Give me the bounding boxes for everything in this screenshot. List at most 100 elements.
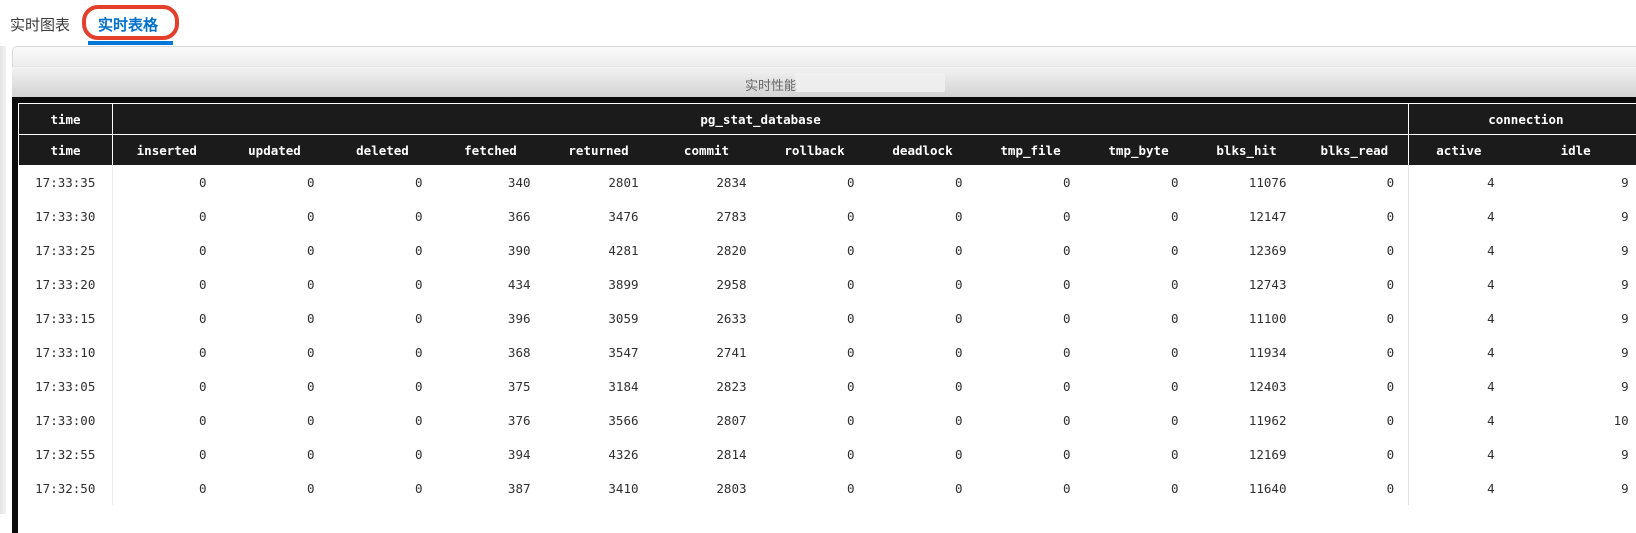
cell-deadlock: 0: [869, 335, 977, 369]
cell-updated: 0: [221, 403, 329, 437]
cell-idle: 9: [1509, 199, 1636, 233]
header-column-row: timeinsertedupdateddeletedfetchedreturne…: [19, 135, 1636, 166]
cell-fetched: 390: [437, 233, 545, 267]
table-row: 17:33:0500037531842823000012403049: [19, 369, 1636, 403]
cell-inserted: 0: [113, 437, 221, 471]
cell-time: 17:33:30: [19, 199, 113, 233]
cell-blks_hit: 11076: [1193, 165, 1301, 199]
cell-deadlock: 0: [869, 199, 977, 233]
column-header-tmp_byte: tmp_byte: [1085, 135, 1193, 166]
column-header-commit: commit: [653, 135, 761, 166]
cell-time: 17:33:25: [19, 233, 113, 267]
column-header-returned: returned: [545, 135, 653, 166]
cell-blks_read: 0: [1301, 437, 1409, 471]
table-body: 17:33:350003402801283400001107604917:33:…: [19, 165, 1636, 505]
column-header-deadlock: deadlock: [869, 135, 977, 166]
cell-active: 4: [1409, 369, 1509, 403]
cell-updated: 0: [221, 471, 329, 505]
cell-deadlock: 0: [869, 165, 977, 199]
column-header-blks_read: blks_read: [1301, 135, 1409, 166]
cell-tmp_file: 0: [977, 471, 1085, 505]
tab-realtime-table[interactable]: 实时表格: [98, 14, 158, 35]
cell-rollback: 0: [761, 437, 869, 471]
cell-deleted: 0: [329, 437, 437, 471]
column-header-deleted: deleted: [329, 135, 437, 166]
cell-idle: 9: [1509, 437, 1636, 471]
cell-time: 17:33:35: [19, 165, 113, 199]
cell-tmp_file: 0: [977, 165, 1085, 199]
cell-blks_read: 0: [1301, 369, 1409, 403]
cell-deadlock: 0: [869, 403, 977, 437]
cell-time: 17:33:20: [19, 267, 113, 301]
cell-updated: 0: [221, 301, 329, 335]
cell-commit: 2803: [653, 471, 761, 505]
cell-blks_read: 0: [1301, 403, 1409, 437]
cell-blks_hit: 12403: [1193, 369, 1301, 403]
cell-tmp_file: 0: [977, 233, 1085, 267]
cell-deadlock: 0: [869, 233, 977, 267]
group-header-time: time: [19, 104, 113, 135]
cell-deadlock: 0: [869, 369, 977, 403]
cell-returned: 3899: [545, 267, 653, 301]
cell-active: 4: [1409, 437, 1509, 471]
cell-idle: 9: [1509, 369, 1636, 403]
cell-returned: 3410: [545, 471, 653, 505]
column-header-blks_hit: blks_hit: [1193, 135, 1301, 166]
cell-tmp_file: 0: [977, 199, 1085, 233]
cell-commit: 2741: [653, 335, 761, 369]
column-header-fetched: fetched: [437, 135, 545, 166]
cell-rollback: 0: [761, 301, 869, 335]
table-row: 17:33:3000036634762783000012147049: [19, 199, 1636, 233]
cell-inserted: 0: [113, 403, 221, 437]
cell-updated: 0: [221, 369, 329, 403]
cell-tmp_byte: 0: [1085, 301, 1193, 335]
cell-idle: 9: [1509, 301, 1636, 335]
cell-updated: 0: [221, 267, 329, 301]
cell-fetched: 434: [437, 267, 545, 301]
table-row: 17:33:1500039630592633000011100049: [19, 301, 1636, 335]
cell-fetched: 340: [437, 165, 545, 199]
cell-active: 4: [1409, 471, 1509, 505]
table-row: 17:32:5000038734102803000011640049: [19, 471, 1636, 505]
cell-fetched: 396: [437, 301, 545, 335]
cell-deadlock: 0: [869, 301, 977, 335]
cell-blks_hit: 12369: [1193, 233, 1301, 267]
panel-header-highlight: [795, 73, 945, 92]
cell-commit: 2820: [653, 233, 761, 267]
cell-inserted: 0: [113, 267, 221, 301]
cell-tmp_byte: 0: [1085, 437, 1193, 471]
cell-blks_read: 0: [1301, 335, 1409, 369]
group-header-pg_stat_database: pg_stat_database: [113, 104, 1409, 135]
cell-active: 4: [1409, 267, 1509, 301]
table-row: 17:33:00000376356628070000119620410: [19, 403, 1636, 437]
cell-tmp_byte: 0: [1085, 471, 1193, 505]
cell-time: 17:33:05: [19, 369, 113, 403]
cell-returned: 3566: [545, 403, 653, 437]
cell-tmp_file: 0: [977, 403, 1085, 437]
tab-bar: 实时图表 实时表格: [0, 0, 1636, 46]
cell-tmp_file: 0: [977, 335, 1085, 369]
cell-idle: 9: [1509, 233, 1636, 267]
panel-top-strip: [12, 46, 1636, 66]
cell-deadlock: 0: [869, 471, 977, 505]
cell-blks_hit: 11640: [1193, 471, 1301, 505]
cell-active: 4: [1409, 403, 1509, 437]
table-head: timepg_stat_databaseconnectiontimeinsert…: [19, 104, 1636, 166]
table-frame: timepg_stat_databaseconnectiontimeinsert…: [12, 97, 1636, 533]
cell-time: 17:32:50: [19, 471, 113, 505]
cell-returned: 3547: [545, 335, 653, 369]
tab-realtime-chart[interactable]: 实时图表: [10, 14, 70, 35]
cell-commit: 2807: [653, 403, 761, 437]
cell-commit: 2834: [653, 165, 761, 199]
cell-deadlock: 0: [869, 437, 977, 471]
cell-commit: 2958: [653, 267, 761, 301]
column-header-rollback: rollback: [761, 135, 869, 166]
cell-idle: 9: [1509, 267, 1636, 301]
cell-rollback: 0: [761, 471, 869, 505]
cell-commit: 2823: [653, 369, 761, 403]
group-header-connection: connection: [1409, 104, 1636, 135]
cell-deleted: 0: [329, 199, 437, 233]
cell-rollback: 0: [761, 369, 869, 403]
cell-deleted: 0: [329, 335, 437, 369]
cell-deleted: 0: [329, 301, 437, 335]
